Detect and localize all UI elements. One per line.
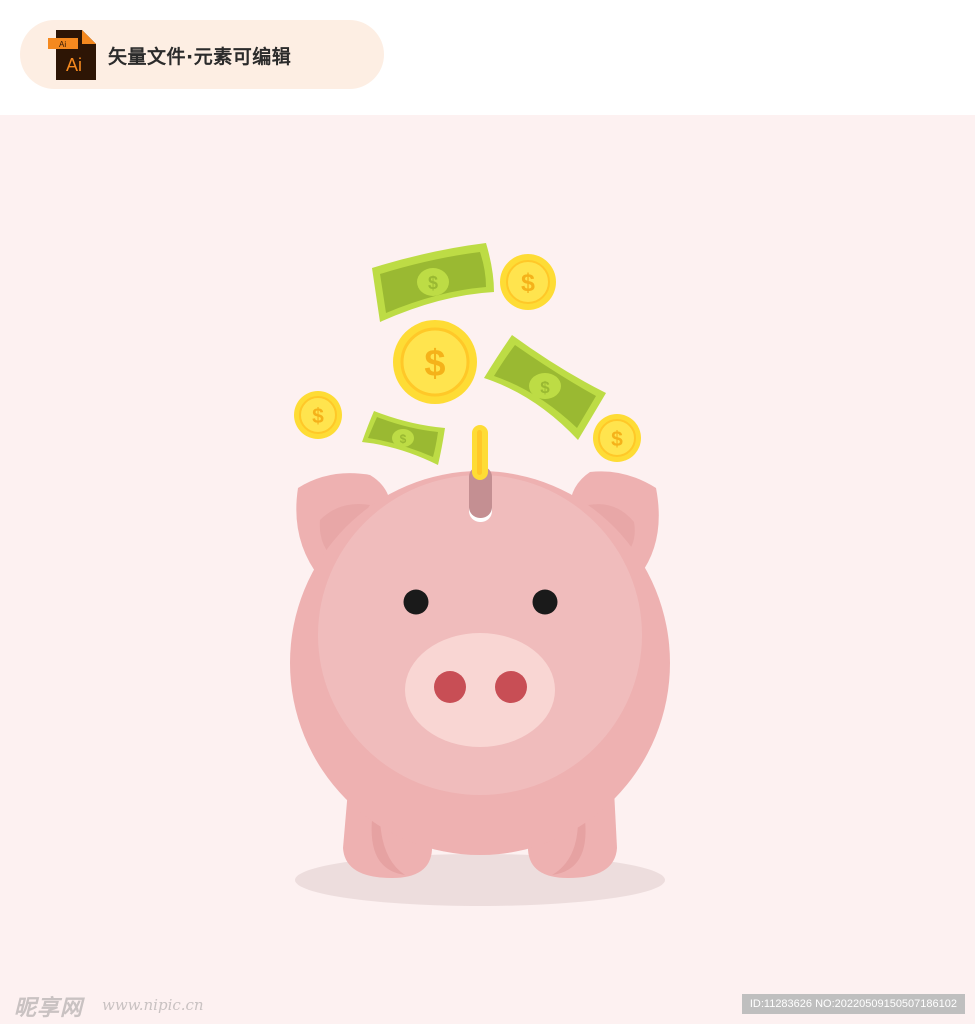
coin-right: $ [593,414,641,462]
pig-eye-right [532,589,558,615]
coin-right-symbol: $ [611,428,623,451]
pig-snout [405,633,555,747]
bill-small: $ [362,411,445,465]
bill-small-symbol: $ [400,432,407,446]
header-title: 矢量文件·元素可编辑 [108,46,292,68]
pig-nostril-left [434,671,466,703]
bill-right-symbol: $ [540,378,550,397]
pig-nostril-right [495,671,527,703]
coin-top-right: $ [500,254,556,310]
bill-top-symbol: $ [428,273,438,293]
piggy-bank-illustration: $ $ $ $ $ $ $ [290,243,670,906]
ai-file-icon: Ai Ai [48,30,98,82]
ai-icon-tag: Ai [59,40,66,49]
coin-top-right-symbol: $ [521,269,535,297]
ai-icon-label: Ai [66,55,82,75]
illustration-canvas: $ $ $ $ $ $ $ [0,115,975,1024]
pig-eye-left [403,589,429,615]
coin-large: $ [393,320,477,404]
bill-top: $ [372,243,494,322]
watermark-id: ID:11283626 NO:20220509150507186102 [741,994,965,1014]
watermark-url: www.nipic.cn [102,996,204,1014]
watermark-logo: 昵享网 [14,995,84,1021]
coin-large-symbol: $ [424,343,445,385]
coin-left-symbol: $ [312,405,324,428]
bill-right: $ [484,335,606,440]
coin-left: $ [294,391,342,439]
